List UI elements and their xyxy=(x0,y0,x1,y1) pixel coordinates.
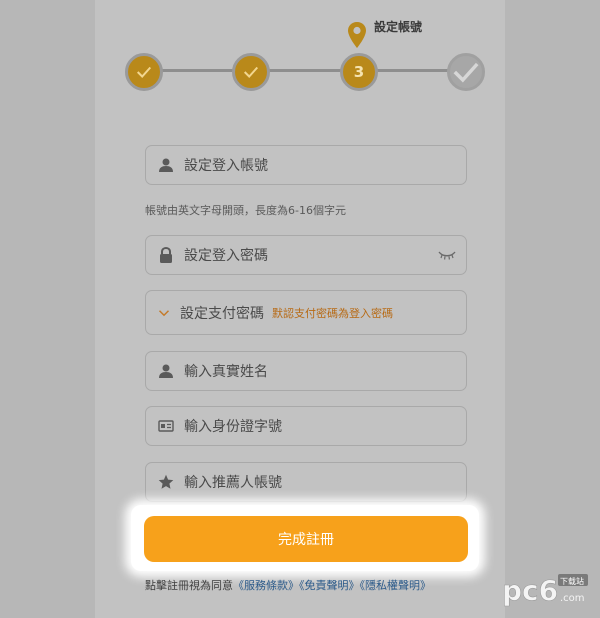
terms-of-service-link[interactable]: 《服務條款》 xyxy=(233,579,299,592)
account-placeholder: 設定登入帳號 xyxy=(184,158,268,174)
id-number-placeholder: 輸入身份證字號 xyxy=(184,419,282,435)
step-1-complete xyxy=(125,53,163,91)
user-icon xyxy=(159,158,173,172)
svg-text:下载站: 下载站 xyxy=(560,576,584,586)
step-3-current: 3 xyxy=(340,53,378,91)
current-step-label: 設定帳號 xyxy=(374,20,423,34)
lock-icon xyxy=(160,247,172,263)
svg-text:.com: .com xyxy=(560,593,585,604)
step-4-pending xyxy=(447,53,485,91)
location-pin-icon xyxy=(348,22,366,48)
real-name-placeholder: 輸入真實姓名 xyxy=(184,364,268,380)
real-name-field[interactable]: 輸入真實姓名 xyxy=(145,351,467,391)
check-icon xyxy=(453,62,479,83)
check-icon xyxy=(243,66,259,78)
svg-text:pc6: pc6 xyxy=(502,574,558,607)
password-field[interactable]: 設定登入密碼 xyxy=(145,235,467,275)
password-placeholder: 設定登入密碼 xyxy=(184,248,268,264)
referrer-placeholder: 輸入推薦人帳號 xyxy=(184,475,282,491)
payment-password-field[interactable]: 設定支付密碼 默認支付密碼為登入密碼 xyxy=(145,290,467,335)
terms-notice: 點擊註冊視為同意《服務條款》《免責聲明》《隱私權聲明》 xyxy=(145,576,475,596)
step-number: 3 xyxy=(353,63,365,81)
id-card-icon xyxy=(158,420,174,432)
terms-prefix: 點擊註冊視為同意 xyxy=(145,579,233,592)
privacy-policy-link[interactable]: 《隱私權聲明》 xyxy=(360,579,432,592)
stepper-track xyxy=(160,69,464,72)
chevron-down-icon[interactable] xyxy=(158,305,170,321)
account-hint: 帳號由英文字母開頭，長度為6-16個字元 xyxy=(145,204,346,217)
star-icon xyxy=(158,474,174,489)
user-icon xyxy=(159,364,173,378)
disclaimer-link[interactable]: 《免責聲明》 xyxy=(299,579,360,592)
payment-password-label: 設定支付密碼 xyxy=(180,305,264,322)
step-2-complete xyxy=(232,53,270,91)
pc6-watermark-logo: pc6 下载站 .com xyxy=(502,574,588,607)
check-icon xyxy=(136,66,152,78)
referrer-field[interactable]: 輸入推薦人帳號 xyxy=(145,462,467,502)
id-number-field[interactable]: 輸入身份證字號 xyxy=(145,406,467,446)
account-field[interactable]: 設定登入帳號 xyxy=(145,145,467,185)
payment-password-note: 默認支付密碼為登入密碼 xyxy=(272,306,393,320)
eye-closed-icon[interactable] xyxy=(438,248,456,262)
complete-registration-button[interactable]: 完成註冊 xyxy=(144,516,468,562)
